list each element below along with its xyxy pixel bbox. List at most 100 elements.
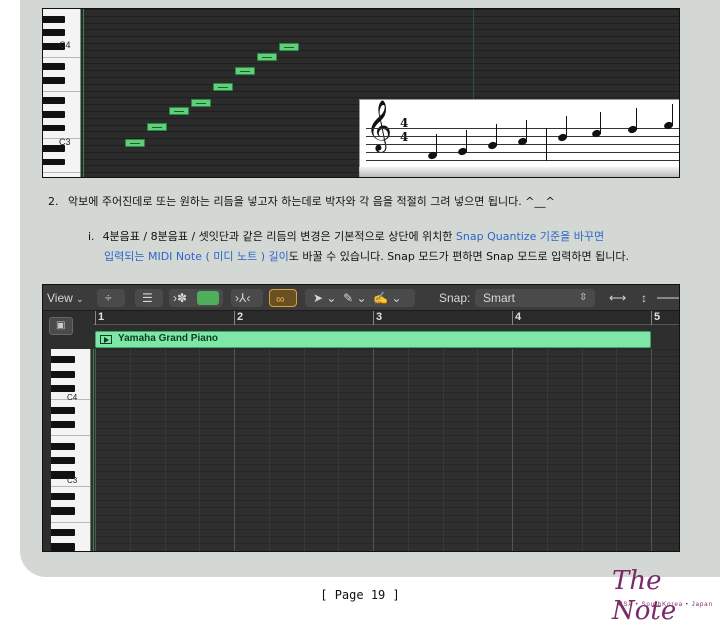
beat-line (546, 349, 548, 551)
note-stem (466, 130, 467, 152)
grid-row (93, 500, 679, 502)
midi-note (147, 123, 167, 131)
grid-row (93, 413, 679, 415)
key-label-c4: C4 (59, 40, 71, 50)
note-grid-logic[interactable] (93, 349, 679, 551)
piano-keyboard-logic[interactable] (51, 349, 91, 551)
staff-line (366, 152, 679, 153)
snap-value: Smart (483, 291, 516, 305)
tool-menus[interactable]: ➤ ⌄ ✎ ⌄ ✍ ⌄ (305, 289, 415, 307)
collapse-button[interactable]: ÷ (97, 289, 125, 307)
key-divider (43, 90, 80, 92)
grid-row (93, 514, 679, 516)
midi-region[interactable]: Yamaha Grand Piano (95, 331, 651, 348)
grid-row (93, 349, 679, 350)
logic-piano-roll-screenshot: View ⌄ ÷ ☰ ›✽ ›⅄‹ ∞ ➤ ⌄ ✎ ⌄ ✍ ⌄ Snap: Sm… (42, 284, 680, 552)
midi-note-highlight: 입력되는 MIDI Note ( 미디 노트 ) 길이 (104, 250, 289, 263)
note-stem (636, 108, 637, 130)
beat-line (616, 349, 618, 551)
logo-title: The Note (612, 566, 677, 626)
grid-row (93, 536, 679, 538)
view-menu[interactable]: View ⌄ (47, 289, 84, 307)
grid-row (81, 70, 679, 72)
piano-keyboard (43, 9, 81, 177)
midi-note (191, 99, 211, 107)
grid-row (93, 385, 679, 386)
grid-row (93, 529, 679, 530)
grid-row (93, 457, 679, 458)
beat-line (95, 349, 96, 551)
beat-line (268, 349, 270, 551)
key-label-c4-logic: C4 (67, 393, 78, 402)
ruler-tick (95, 311, 96, 325)
grid-row (93, 550, 679, 551)
black-key (43, 111, 65, 118)
black-key (51, 385, 75, 393)
bar-ruler[interactable]: 1 2 3 4 5 (93, 311, 679, 325)
beat-line (373, 349, 374, 551)
grid-row (81, 90, 679, 92)
grid-row (81, 9, 679, 10)
grid-row (81, 83, 679, 85)
black-key (51, 356, 75, 364)
snap-select[interactable]: Smart ⇳ (475, 289, 595, 307)
grid-row (93, 399, 679, 401)
midi-note (169, 107, 189, 115)
catch-button[interactable]: ▣ (49, 317, 73, 335)
key-divider (51, 521, 90, 523)
midi-note (125, 139, 145, 147)
link-button[interactable]: ∞ (269, 289, 297, 307)
ruler-tick (651, 311, 652, 325)
quantize-button[interactable]: ›⅄‹ (231, 289, 263, 307)
key-label-c3: C3 (59, 137, 71, 147)
black-key (51, 421, 75, 429)
piano-roll-toolbar: View ⌄ ÷ ☰ ›✽ ›⅄‹ ∞ ➤ ⌄ ✎ ⌄ ✍ ⌄ Snap: Sm… (43, 285, 679, 311)
black-key (43, 158, 65, 166)
grid-row (93, 421, 679, 422)
black-key (51, 442, 75, 450)
zoom-slider[interactable] (657, 297, 679, 299)
grid-row (93, 370, 679, 372)
zoom-vertical-icon[interactable]: ↕ (641, 289, 647, 307)
zoom-horizontal-icon[interactable]: ⟷ (609, 289, 626, 307)
grid-row (81, 29, 679, 31)
staff-line (366, 160, 679, 161)
substep-marker: i. (88, 230, 95, 243)
black-key (43, 77, 65, 84)
beat-line (199, 349, 201, 551)
time-signature-bottom: 4 (400, 130, 409, 144)
ruler-bar-number: 4 (515, 311, 522, 323)
logo-subtitle: USA • SouthKorea • Japan (618, 602, 713, 608)
grid-row (93, 406, 679, 408)
list-button[interactable]: ☰ (135, 289, 163, 307)
grid-row (93, 478, 679, 480)
ruler-bar-number: 1 (98, 311, 105, 323)
step-2: 2. 악보에 주어진데로 또는 원하는 리듬을 넣고자 하는데로 박자와 각 음… (48, 193, 555, 209)
snap-label: Snap: (439, 291, 471, 305)
region-play-icon (100, 335, 112, 344)
grid-row (93, 493, 679, 494)
view-label: View (47, 291, 73, 305)
region-name: Yamaha Grand Piano (118, 333, 219, 344)
beat-line (477, 349, 479, 551)
step-2-text: 악보에 주어진데로 또는 원하는 리듬을 넣고자 하는데로 박자와 각 음을 적… (68, 195, 555, 208)
grid-row (93, 442, 679, 444)
note-stem (496, 124, 497, 146)
note-stem (672, 104, 673, 126)
note-stem (526, 120, 527, 142)
beat-line (442, 349, 444, 551)
grid-row (81, 15, 679, 17)
beat-line (164, 349, 166, 551)
black-key (51, 370, 75, 378)
grid-row (93, 449, 679, 451)
ruler-bar-number: 2 (237, 311, 244, 323)
beat-line (407, 349, 409, 551)
grid-row (93, 435, 679, 437)
key-divider (51, 485, 90, 487)
beat-line (303, 349, 305, 551)
key-label-c3-logic: C3 (67, 476, 78, 485)
midi-in-button[interactable]: ›✽ (169, 289, 223, 307)
beat-line (234, 349, 235, 551)
grid-row (93, 485, 679, 487)
the-note-logo: The Note USA • SouthKorea • Japan (604, 566, 714, 626)
